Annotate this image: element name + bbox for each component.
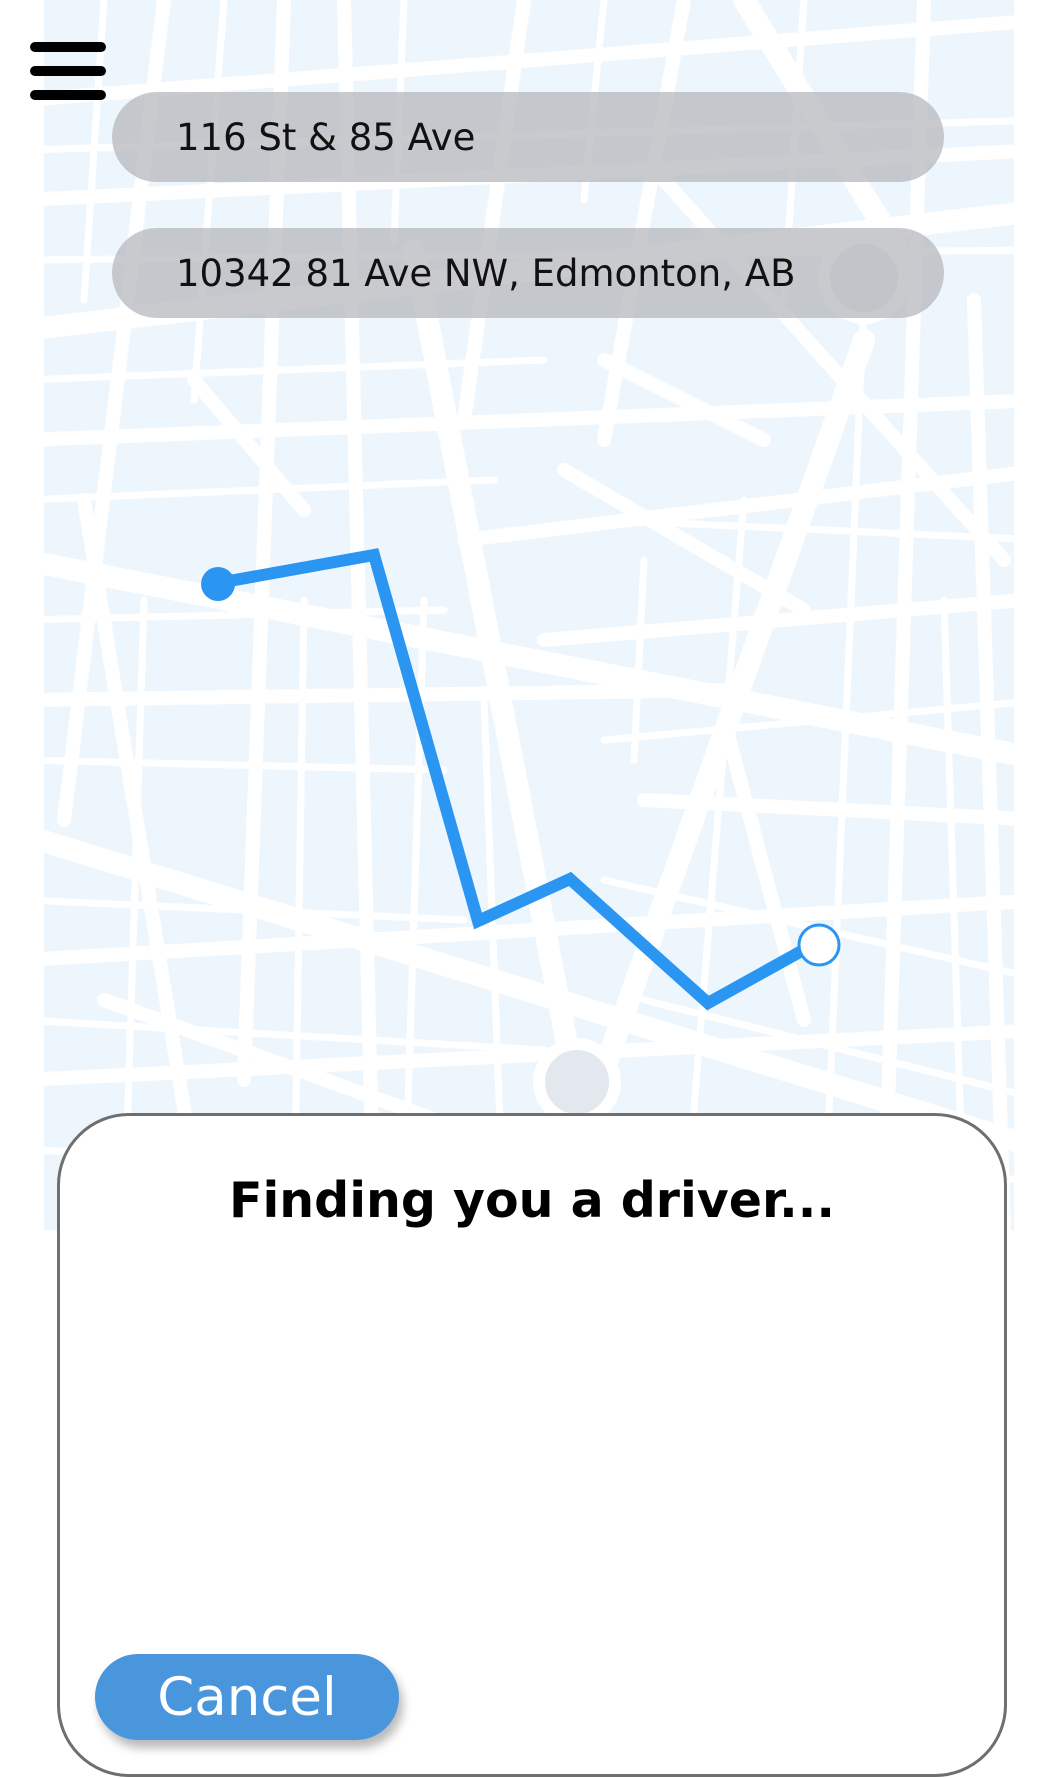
menu-bar-middle — [30, 66, 106, 76]
menu-bar-top — [30, 42, 106, 52]
menu-bar-bottom — [30, 90, 106, 100]
ride-request-screen: 116 St & 85 Ave 10342 81 Ave NW, Edmonto… — [0, 0, 1042, 1778]
pickup-address-field[interactable]: 116 St & 85 Ave — [112, 92, 944, 182]
route-start-dot — [201, 567, 235, 601]
street-map — [44, 0, 1014, 1230]
dropoff-address-text: 10342 81 Ave NW, Edmonton, AB — [176, 251, 796, 295]
route-end-circle — [797, 923, 841, 967]
pickup-address-text: 116 St & 85 Ave — [176, 115, 476, 159]
cancel-button[interactable]: Cancel — [95, 1654, 399, 1740]
map-view[interactable] — [44, 0, 1014, 1230]
hamburger-menu-icon[interactable] — [30, 42, 106, 100]
driver-search-panel: Finding you a driver... Cancel — [57, 1113, 1007, 1777]
dropoff-address-field[interactable]: 10342 81 Ave NW, Edmonton, AB — [112, 228, 944, 318]
panel-title: Finding you a driver... — [229, 1172, 835, 1229]
